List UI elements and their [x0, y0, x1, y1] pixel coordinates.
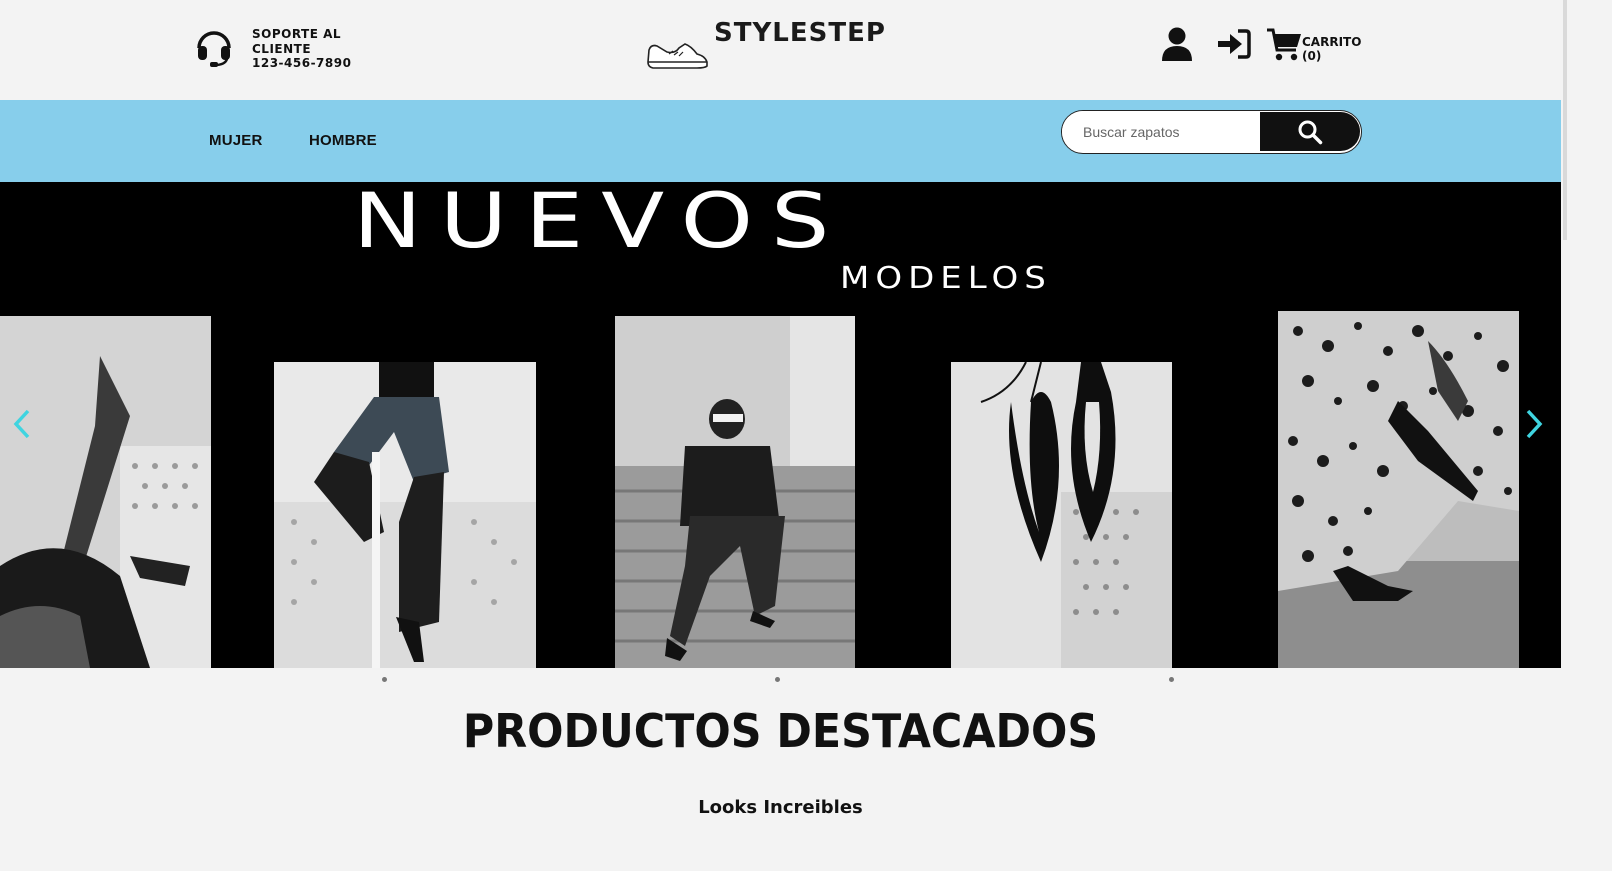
main-nav: MUJER HOMBRE [0, 100, 1561, 182]
headset-icon [193, 26, 235, 73]
section-title: PRODUCTOS DESTACADOS [462, 704, 1099, 758]
carousel-image [0, 316, 211, 668]
search-button[interactable] [1260, 112, 1360, 151]
cart-text: CARRITO (0) [1302, 35, 1361, 63]
carousel-image [615, 316, 855, 668]
support-text: SOPORTE AL CLIENTE 123-456-7890 [252, 27, 351, 71]
user-actions: CARRITO (0) [1160, 26, 1361, 67]
carousel-indicator[interactable] [775, 677, 780, 682]
support-label-2: CLIENTE [252, 41, 312, 56]
hero-carousel: NUEVOS MODELOS [0, 182, 1561, 668]
carousel-next-button[interactable] [1522, 406, 1546, 442]
cart-icon [1266, 26, 1302, 67]
login-icon[interactable] [1194, 26, 1252, 67]
chevron-left-icon [13, 409, 30, 439]
search-input[interactable] [1062, 111, 1259, 152]
sneaker-logo-icon [645, 18, 711, 85]
scrollbar-thumb[interactable] [1563, 0, 1567, 240]
search-icon [1298, 120, 1323, 144]
search-form [1061, 110, 1362, 154]
brand-logo[interactable]: STYLESTEP [645, 18, 886, 85]
nav-item-mujer[interactable]: MUJER [209, 132, 263, 149]
carousel-indicator[interactable] [382, 677, 387, 682]
section-subtitle: Looks Increibles [698, 797, 863, 818]
nav-item-hombre[interactable]: HOMBRE [309, 132, 377, 149]
cart-label: CARRITO [1302, 35, 1362, 49]
cart-count: (0) [1302, 49, 1322, 63]
carousel-image [1278, 311, 1519, 668]
carousel-image [274, 362, 536, 668]
banner-subtitle: MODELOS [840, 260, 1052, 296]
banner-title: NUEVOS [353, 182, 848, 265]
carousel-indicator[interactable] [1169, 677, 1174, 682]
brand-name: STYLESTEP [714, 18, 886, 48]
user-icon[interactable] [1160, 26, 1194, 67]
cart-button[interactable]: CARRITO (0) [1266, 26, 1361, 67]
chevron-right-icon [1526, 409, 1543, 439]
support-label-1: SOPORTE AL [252, 27, 342, 41]
top-header: SOPORTE AL CLIENTE 123-456-7890 STYLESTE… [0, 0, 1561, 100]
carousel-prev-button[interactable] [10, 406, 34, 442]
carousel-image [951, 362, 1172, 668]
support-phone: 123-456-7890 [252, 56, 352, 70]
customer-support: SOPORTE AL CLIENTE 123-456-7890 [193, 26, 351, 73]
